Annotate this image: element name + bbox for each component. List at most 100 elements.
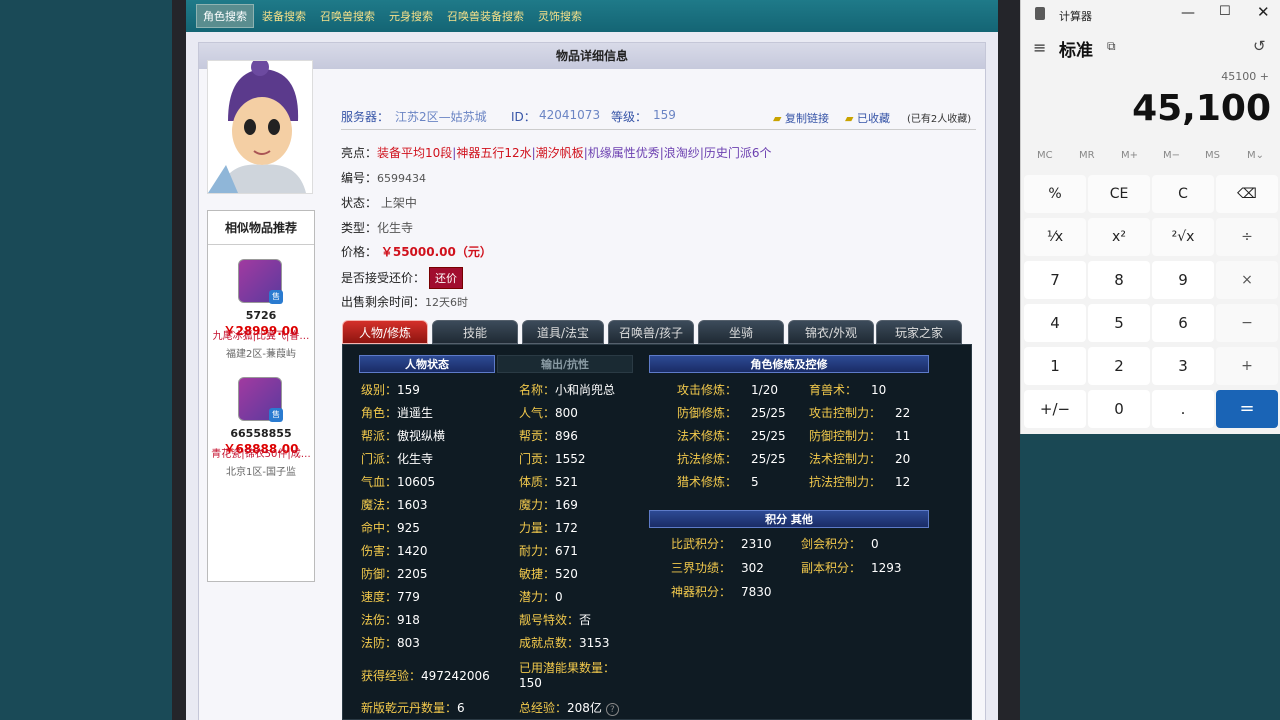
calc-key[interactable]: +/− [1024,390,1086,428]
tab-1[interactable]: 技能 [432,320,518,344]
calc-key[interactable]: C [1152,175,1214,213]
calc-key[interactable]: 8 [1088,261,1150,299]
recommend-item[interactable]: 售 66558855 ￥68888.00 青花瓷|锦衣50件|成… 北京1区-国子监 [208,363,314,481]
control-value: 22 [895,406,911,420]
exp-stat-value: 497242006 [421,669,490,683]
stat-left-value: 918 [397,613,420,627]
calc-key[interactable]: 7 [1024,261,1086,299]
recommend-item[interactable]: 售 5726 ￥28999.00 九尾冰狐|比翼飞|眷… 福建2区-蒹葭屿 [208,245,314,363]
cultivation-value: 25/25 [751,406,786,420]
stat-mid: 潜力：0 [519,588,563,605]
recommend-thumbnail[interactable]: 售 [238,259,283,304]
top-nav: 角色搜索 装备搜索 召唤兽搜索 元身搜索 召唤兽装备搜索 灵饰搜索 [186,0,998,32]
copy-link-button[interactable]: ▰ 复制链接 [773,110,829,126]
calc-key[interactable]: 4 [1024,304,1086,342]
tab-5[interactable]: 锦衣/外观 [788,320,874,344]
stat-mid-label: 体质： [519,475,556,489]
calc-key[interactable]: − [1216,304,1278,342]
nav-link-2[interactable]: 召唤兽搜索 [314,5,381,27]
nav-link-5[interactable]: 灵饰搜索 [532,5,588,27]
points-label: 副本积分： [801,561,862,575]
highlight-tag: 神器五行12水 [456,146,532,160]
calc-key[interactable]: ÷ [1216,218,1278,256]
memory-button-4[interactable]: MS [1205,150,1220,161]
calc-key[interactable]: 3 [1152,347,1214,385]
nav-link-1[interactable]: 装备搜索 [256,5,312,27]
section-resist[interactable]: 输出/抗性 [497,355,633,373]
nav-link-4[interactable]: 召唤兽装备搜索 [441,5,530,27]
id-value: 42041073 [539,108,601,122]
recommend-tags[interactable]: 青花瓷|锦衣50件|成… [208,445,314,460]
stat-left-value: 779 [397,590,420,604]
calc-key[interactable]: 6 [1152,304,1214,342]
calc-key[interactable]: 1 [1024,347,1086,385]
section-cultivation: 角色修炼及控修 [649,355,929,373]
recommend-number: 66558855 [230,427,292,440]
close-icon[interactable]: ✕ [1257,3,1270,21]
memory-button-2[interactable]: M+ [1121,150,1138,161]
stat-left: 帮派：傲视纵横 [361,427,445,444]
points-value: 0 [871,537,879,551]
calc-key[interactable]: 9 [1152,261,1214,299]
calc-key[interactable]: 0 [1088,390,1150,428]
desktop-background-left [0,0,172,720]
calc-key[interactable]: + [1216,347,1278,385]
stat-mid-value: 否 [579,613,592,627]
calc-key[interactable]: 5 [1088,304,1150,342]
calc-key[interactable]: ⌫ [1216,175,1278,213]
calc-key[interactable]: ¹⁄x [1024,218,1086,256]
nav-link-3[interactable]: 元身搜索 [383,5,439,27]
recommend-number: 5726 [245,309,277,322]
stat-mid-label: 耐力： [519,544,556,558]
points-item: 比武积分： 2310 [671,535,772,552]
calc-key[interactable]: ²√x [1152,218,1214,256]
memory-button-1[interactable]: MR [1079,150,1095,161]
stat-mid: 人气：800 [519,404,578,421]
calc-key[interactable]: = [1216,390,1278,428]
cultivation-label: 法术修炼： [677,429,738,443]
tab-3[interactable]: 召唤兽/孩子 [608,320,694,344]
recommend-thumbnail[interactable]: 售 [238,377,283,422]
calc-key[interactable]: . [1152,390,1214,428]
calc-key[interactable]: CE [1088,175,1150,213]
stat-mid-label: 人气： [519,406,556,420]
tab-4[interactable]: 坐骑 [698,320,784,344]
memory-button-3[interactable]: M− [1163,150,1180,161]
minimize-icon[interactable]: — [1181,5,1195,21]
stat-left-label: 防御： [361,567,398,581]
type-label: 类型： [341,221,378,235]
sale-badge: 售 [269,408,283,422]
calc-key[interactable]: × [1216,261,1278,299]
tab-6[interactable]: 玩家之家 [876,320,962,344]
calc-key[interactable]: % [1024,175,1086,213]
stat-left-label: 命中： [361,521,398,535]
tab-2[interactable]: 道具/法宝 [522,320,604,344]
control-label: 攻击控制力： [809,406,882,420]
stat-left-value: 化生寺 [397,452,434,466]
counter-offer-button[interactable]: 还价 [429,267,464,289]
stat-left-label: 伤害： [361,544,398,558]
keep-on-top-icon[interactable]: ⧉ [1107,39,1116,54]
calculator-titlebar: 计算器 — ☐ ✕ [1021,0,1280,30]
history-icon[interactable]: ↺ [1253,37,1266,55]
calc-key[interactable]: 2 [1088,347,1150,385]
type-value: 化生寺 [377,221,414,235]
cultivation-item: 抗法修炼： 25/25 [677,450,786,467]
level-label: 等级： [611,110,648,124]
help-icon[interactable]: ? [605,703,619,716]
memory-button-5[interactable]: M⌄ [1247,150,1264,161]
maximize-icon[interactable]: ☐ [1219,4,1231,19]
stat-left-value: 925 [397,521,420,535]
memory-button-0[interactable]: MC [1037,150,1053,161]
cultivation-value: 25/25 [751,429,786,443]
stat-left: 法防：803 [361,634,420,651]
qiankun-stat-value: 6 [457,701,465,715]
tab-0[interactable]: 人物/修炼 [342,320,428,344]
time-row: 出售剩余时间：12天6时 [341,293,468,310]
stat-left-value: 1420 [397,544,428,558]
nav-link-0[interactable]: 角色搜索 [196,4,254,28]
recommend-tags[interactable]: 九尾冰狐|比翼飞|眷… [208,327,314,342]
collect-button[interactable]: ▰ 已收藏 [845,110,890,126]
calc-key[interactable]: x² [1088,218,1150,256]
hamburger-menu-icon[interactable]: ≡ [1033,38,1046,57]
